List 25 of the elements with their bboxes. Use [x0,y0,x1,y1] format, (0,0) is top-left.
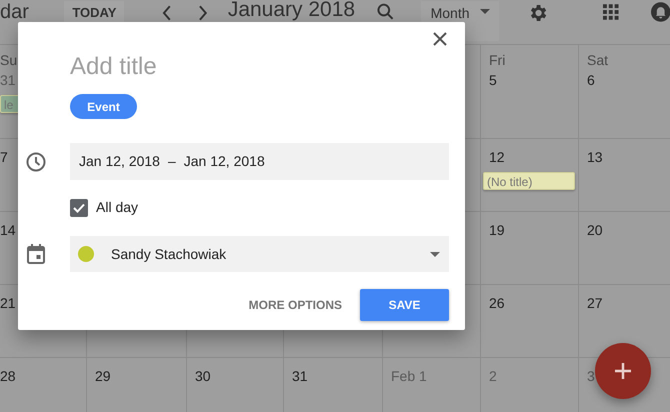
date-number: 29 [95,367,111,385]
weekday-header: Su [0,51,18,69]
month-label: January 2018 [228,0,356,21]
date-number: 21 [0,294,16,312]
all-day-label: All day [96,198,138,217]
date-number: 28 [0,367,16,385]
date-number: 31 [292,367,308,385]
weekday-header: Fri [489,51,506,69]
date-number: 30 [195,367,211,385]
date-number: 3 [587,367,595,385]
weekday-header: Sat [587,51,608,69]
date-number: 13 [587,148,603,166]
date-number: 7 [0,148,8,166]
date-number: 27 [587,294,603,312]
date-number: 6 [587,71,595,89]
date-number: 31 [0,71,16,89]
date-number: 19 [489,221,505,239]
date-number: Feb 1 [391,367,427,385]
date-number: 26 [489,294,505,312]
date-number: 12 [489,148,505,166]
date-number: 2 [489,367,497,385]
date-number: 20 [587,221,603,239]
date-number: 5 [489,71,497,89]
app-title: dar [0,1,30,23]
date-number: 14 [0,221,16,239]
